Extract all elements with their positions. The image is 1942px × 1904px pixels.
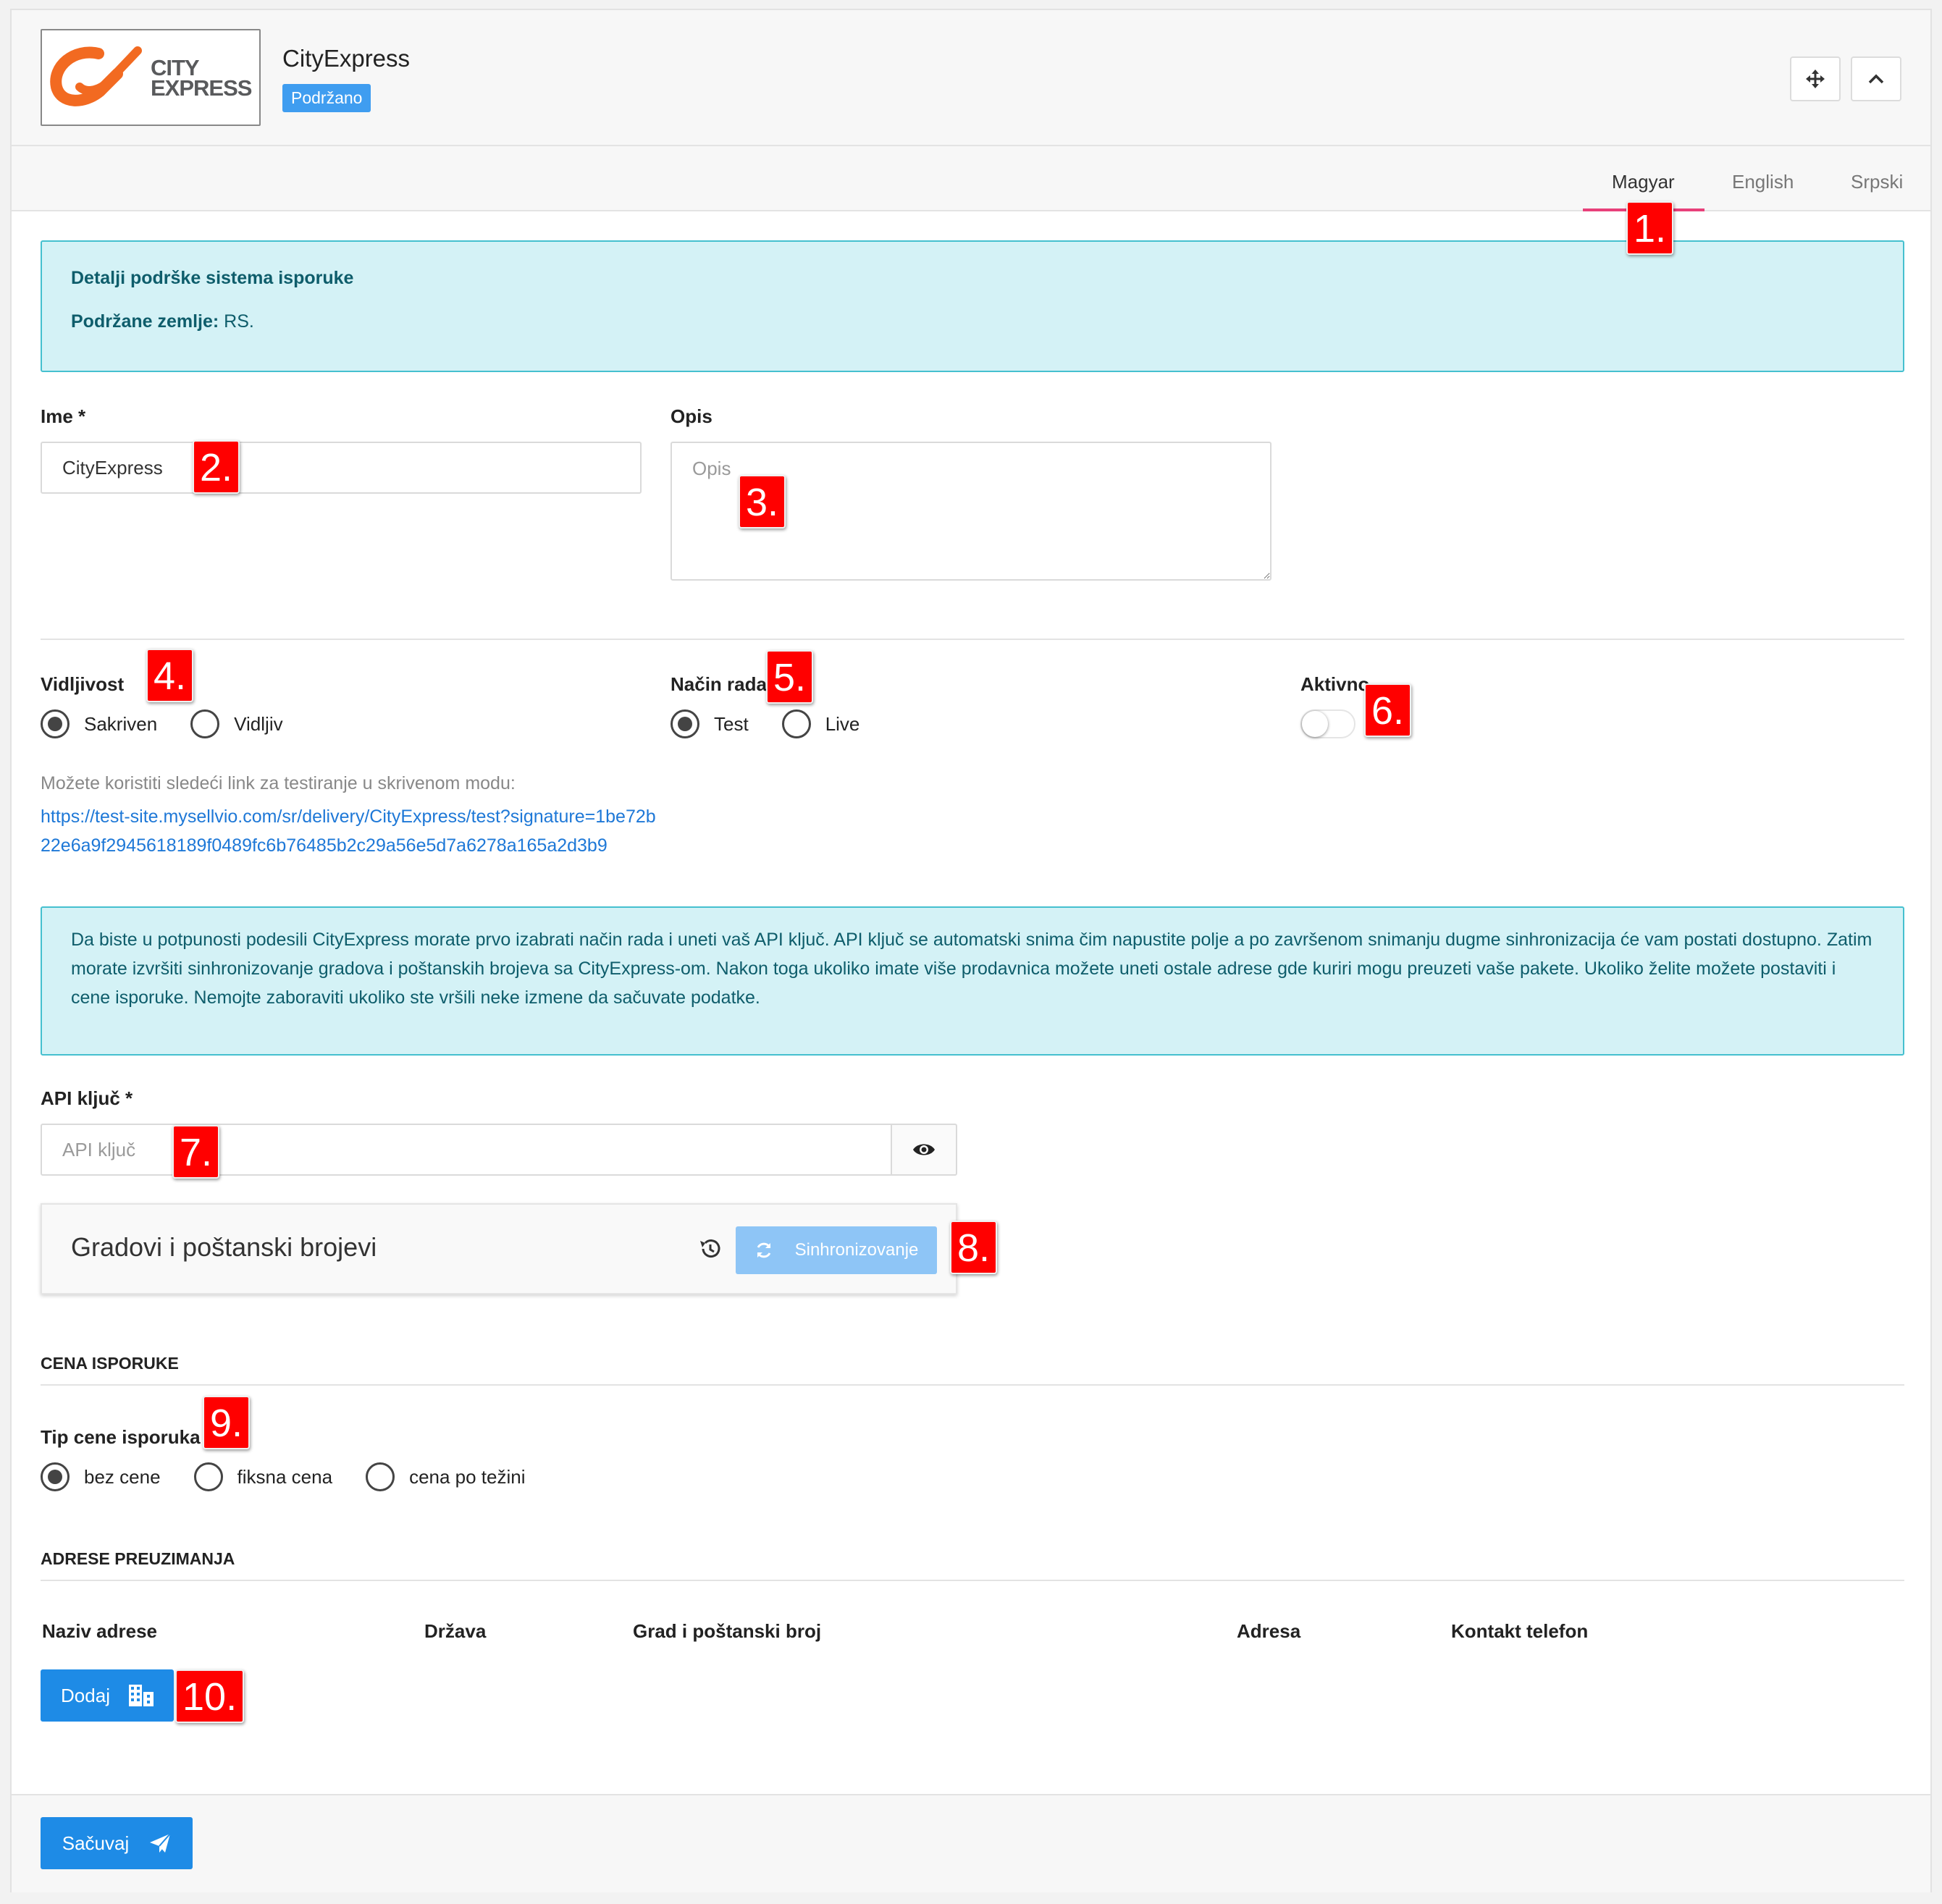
collapse-button[interactable] [1851,56,1901,101]
api-key-label: API ključ * [41,1087,133,1109]
name-input[interactable] [41,442,642,494]
divider [41,1580,1904,1581]
toggle-visibility-button[interactable] [891,1124,957,1176]
mode-radio-group: Test Live [671,709,893,738]
name-label: Ime * [41,405,86,427]
save-button[interactable]: Sačuvaj [41,1817,193,1869]
annotation-marker-3: 3. [739,475,786,528]
sync-title: Gradovi i poštanski brojevi [71,1232,377,1262]
status-badge: Podržano [282,84,371,112]
column-header-country: Država [424,1620,487,1642]
chevron-up-icon [1868,74,1884,84]
eye-icon [913,1144,935,1155]
annotation-marker-8: 8. [950,1221,998,1274]
logo-swoosh-icon [50,46,142,106]
app-title: CityExpress [282,45,411,72]
radio-no-price[interactable]: bez cene [41,1462,161,1491]
mode-label: Način rada [671,673,767,695]
cityexpress-logo: CITY EXPRESS [41,29,261,126]
visibility-radio-group: Sakriven Vidljiv [41,709,316,738]
annotation-marker-5: 5. [766,650,814,704]
annotation-marker-4: 4. [146,649,194,702]
annotation-marker-7: 7. [172,1125,220,1179]
visibility-label: Vidljivost [41,673,125,695]
radio-visible[interactable]: Vidljiv [190,709,283,738]
move-icon [1806,69,1825,88]
pricing-section-title: CENA ISPORUKE [41,1354,179,1373]
radio-indicator[interactable] [41,709,70,738]
radio-test[interactable]: Test [671,709,749,738]
setup-info-alert: Da biste u potpunosti podesili CityExpre… [41,906,1904,1056]
column-header-address: Adresa [1237,1620,1301,1642]
price-type-radio-group: bez cene fiksna cena cena po težini [41,1462,559,1491]
column-header-city-zip: Grad i poštanski broj [633,1620,822,1642]
test-link-help: Možete koristiti sledeći link za testira… [41,773,516,793]
description-label: Opis [671,405,713,427]
divider [41,1384,1904,1386]
radio-indicator[interactable] [781,709,811,738]
column-header-address-name: Naziv adrese [42,1620,157,1642]
radio-indicator[interactable] [41,1462,70,1491]
active-toggle[interactable] [1300,709,1355,738]
support-info-alert: Detalji podrške sistema isporuke Podržan… [41,240,1904,372]
refresh-icon [757,1242,770,1258]
support-info-heading: Detalji podrške sistema isporuke [71,268,354,288]
sync-button[interactable]: Sinhronizovanje [736,1226,937,1274]
card-header: CITY EXPRESS CityExpress Podržano [12,10,1930,146]
column-header-phone: Kontakt telefon [1451,1620,1589,1642]
tab-magyar[interactable]: Magyar [1612,171,1675,193]
tab-srpski[interactable]: Srpski [1851,171,1903,193]
annotation-marker-9: 9. [203,1396,251,1449]
radio-indicator[interactable] [190,709,220,738]
annotation-marker-10: 10. [175,1669,245,1723]
radio-fixed-price[interactable]: fiksna cena [193,1462,332,1491]
radio-weight-price[interactable]: cena po težini [366,1462,526,1491]
api-key-input[interactable] [41,1124,892,1176]
radio-indicator[interactable] [366,1462,395,1491]
annotation-marker-1: 1. [1626,201,1674,255]
card-footer: Sačuvaj [12,1794,1930,1892]
price-type-label: Tip cene isporuka [41,1426,201,1448]
annotation-marker-2: 2. [193,440,240,494]
building-icon [128,1685,154,1706]
radio-hidden[interactable]: Sakriven [41,709,157,738]
sync-card: Gradovi i poštanski brojevi Sinhronizova… [41,1203,957,1294]
history-icon[interactable] [698,1237,723,1261]
toggle-knob [1302,711,1328,737]
radio-indicator[interactable] [193,1462,223,1491]
tab-english[interactable]: English [1732,171,1794,193]
send-icon [150,1833,171,1853]
radio-indicator[interactable] [671,709,699,738]
radio-live[interactable]: Live [781,709,859,738]
logo-text: CITY EXPRESS [151,55,252,101]
move-button[interactable] [1790,56,1841,101]
active-label: Aktivno [1300,673,1370,695]
divider [41,639,1904,640]
supported-countries: Podržane zemlje: RS. [71,311,254,332]
add-address-button[interactable]: Dodaj [41,1669,174,1722]
test-link[interactable]: https://test-site.mysellvio.com/sr/deliv… [41,802,656,860]
pickup-section-title: ADRESE PREUZIMANJA [41,1549,235,1568]
delivery-settings-card: CITY EXPRESS CityExpress Podržano Magyar… [10,9,1932,1892]
annotation-marker-6: 6. [1364,683,1412,737]
